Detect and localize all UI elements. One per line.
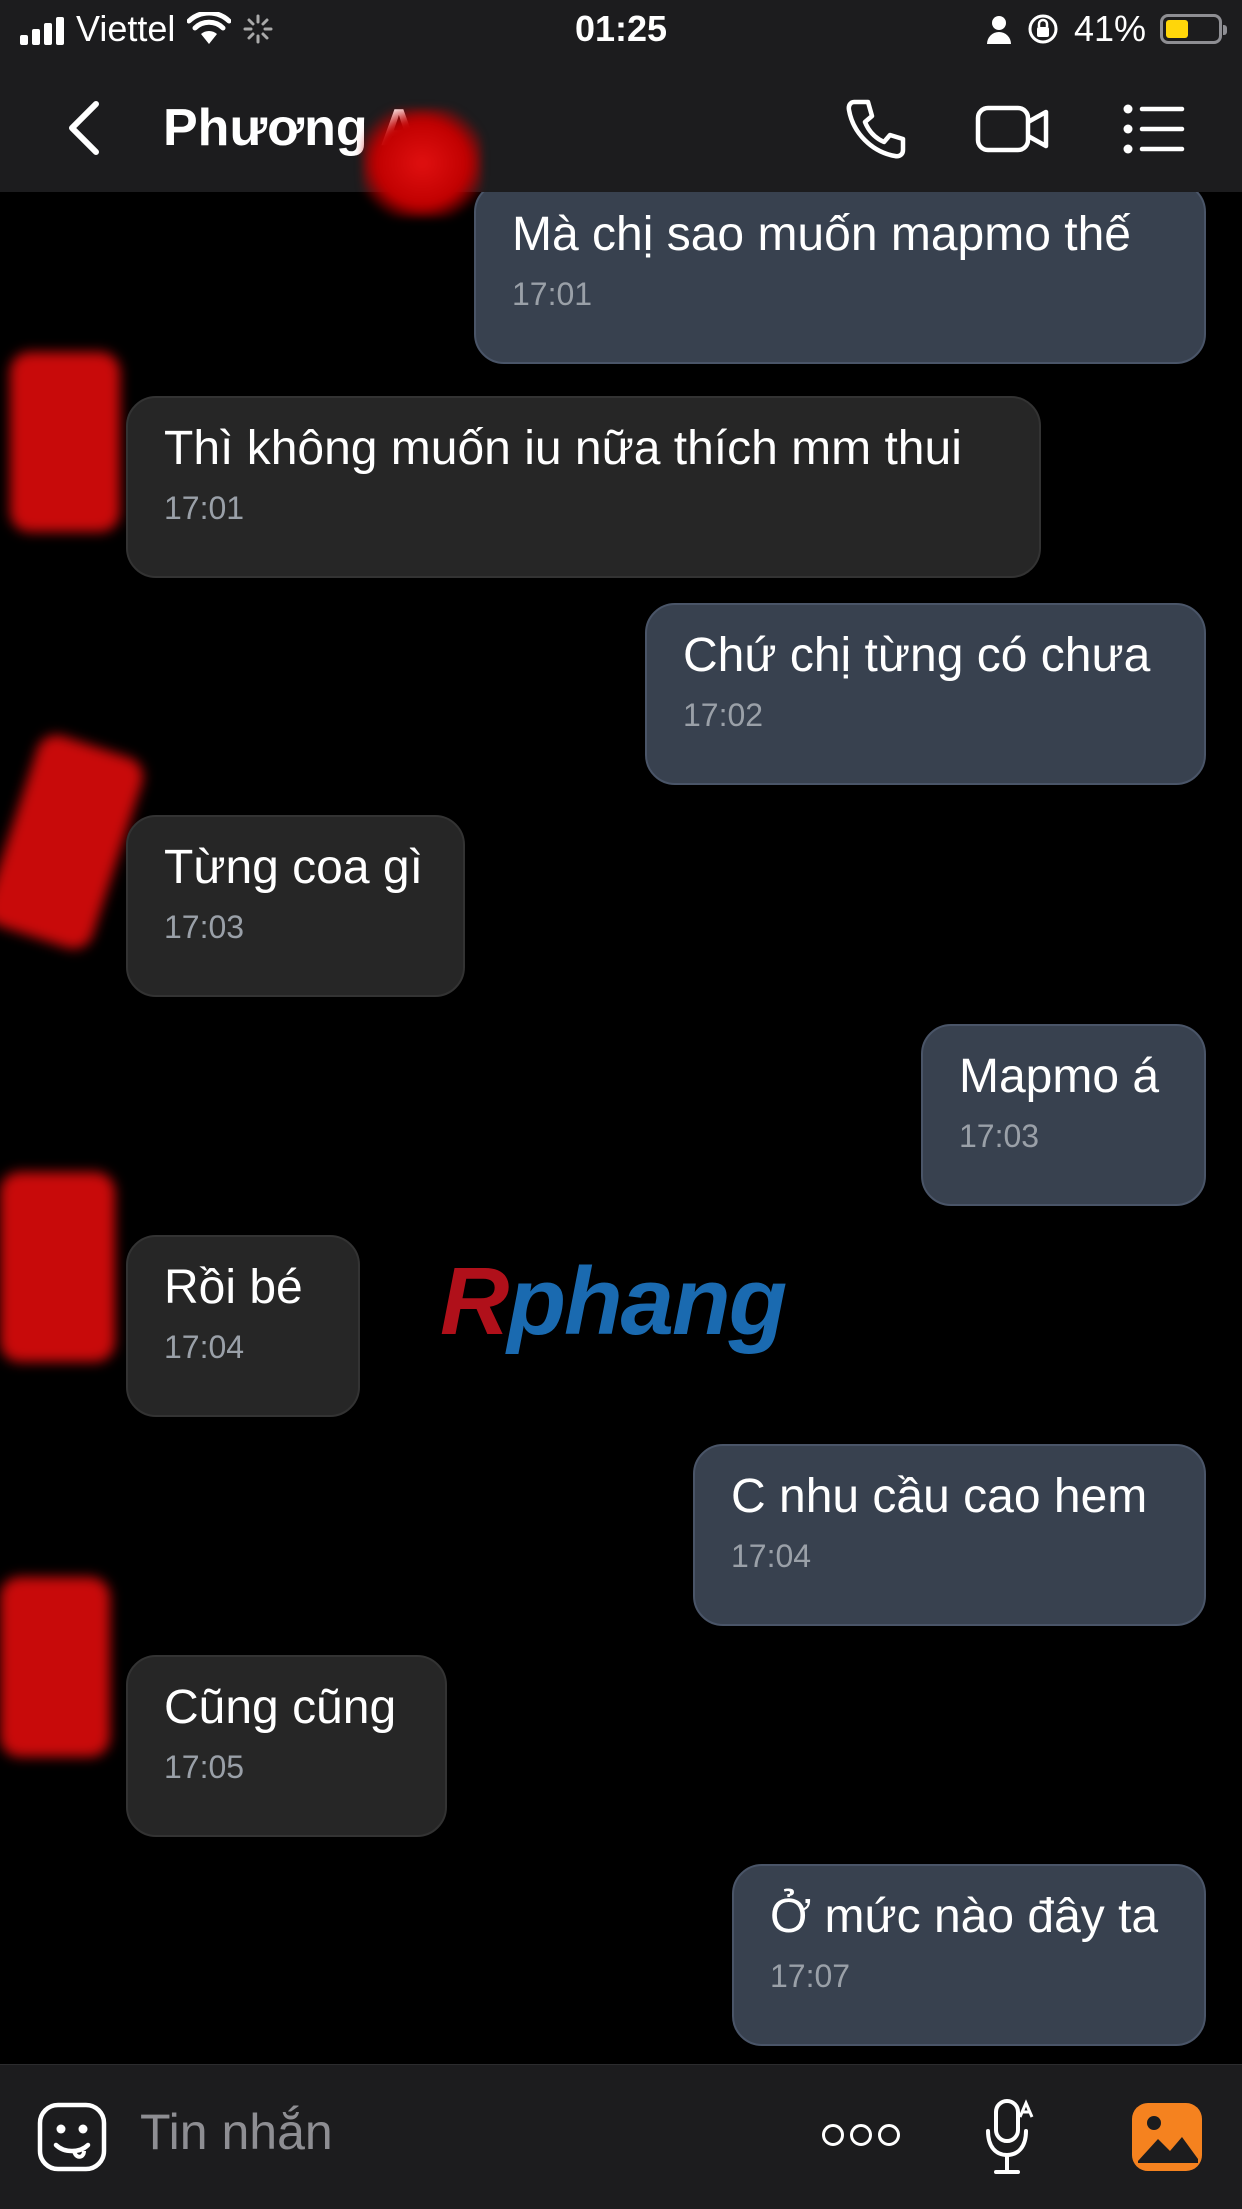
status-bar: Viettel 01:25 41% (0, 0, 1242, 64)
message-time: 17:02 (683, 697, 764, 733)
message-bubble-outgoing[interactable]: Mapmo á 17:03 (921, 1024, 1206, 1206)
message-text: Mapmo á (959, 1050, 1160, 1103)
message-time: 17:01 (512, 276, 593, 312)
phone-icon[interactable] (840, 94, 910, 164)
more-options-icon[interactable] (822, 2115, 906, 2155)
message-text: Thì không muốn iu nữa thích mm thui (164, 422, 962, 475)
message-bubble-incoming[interactable]: Từng coa gì 17:03 (126, 815, 465, 997)
rotation-lock-icon (1028, 14, 1058, 44)
avatar-redacted (0, 1577, 110, 1757)
message-bubble-incoming[interactable]: Rồi bé 17:04 (126, 1235, 360, 1417)
watermark-logo: Rphang (440, 1248, 787, 1355)
avatar-redacted (0, 1172, 115, 1362)
message-text: C nhu cầu cao hem (731, 1470, 1148, 1523)
status-right: 41% (986, 8, 1227, 50)
avatar-redacted (10, 352, 120, 532)
back-chevron-icon[interactable] (56, 92, 116, 164)
battery-percent: 41% (1073, 8, 1146, 49)
message-time: 17:01 (164, 490, 245, 526)
message-time: 17:07 (770, 1958, 851, 1994)
photo-gallery-icon[interactable] (1130, 2101, 1204, 2173)
message-bubble-incoming[interactable]: Thì không muốn iu nữa thích mm thui 17:0… (126, 396, 1041, 578)
voice-mic-icon[interactable] (982, 2095, 1038, 2179)
person-icon (986, 16, 1011, 44)
message-text: Rồi bé (164, 1261, 303, 1314)
message-time: 17:04 (164, 1329, 245, 1365)
list-menu-icon[interactable] (1120, 94, 1190, 164)
message-text: Chứ chị từng có chưa (683, 629, 1151, 682)
message-time: 17:03 (959, 1118, 1040, 1154)
message-time: 17:03 (164, 909, 245, 945)
message-time: 17:04 (731, 1538, 812, 1574)
message-time: 17:05 (164, 1749, 245, 1785)
message-list[interactable]: Mà chị sao muốn mapmo thế 17:01 Thì khôn… (0, 192, 1242, 2064)
message-bubble-outgoing[interactable]: Chứ chị từng có chưa 17:02 (645, 603, 1206, 785)
chat-header: Phương A (0, 64, 1242, 218)
message-bubble-incoming[interactable]: Cũng cũng 17:05 (126, 1655, 447, 1837)
message-input-bar: Tin nhắn (0, 2064, 1242, 2209)
battery-icon (1160, 14, 1227, 44)
message-text: Cũng cũng (164, 1681, 397, 1734)
message-input[interactable]: Tin nhắn (140, 2103, 333, 2161)
message-text: Ở mức nào đây ta (770, 1890, 1159, 1943)
message-text: Từng coa gì (164, 841, 423, 894)
video-camera-icon[interactable] (974, 94, 1050, 164)
sticker-emoji-icon[interactable] (36, 2101, 108, 2173)
message-bubble-outgoing[interactable]: Ở mức nào đây ta 17:07 (732, 1864, 1206, 2046)
message-text: Mà chị sao muốn mapmo thế (512, 208, 1131, 261)
message-bubble-outgoing[interactable]: C nhu cầu cao hem 17:04 (693, 1444, 1206, 1626)
message-bubble-outgoing[interactable]: Mà chị sao muốn mapmo thế 17:01 (474, 192, 1206, 364)
